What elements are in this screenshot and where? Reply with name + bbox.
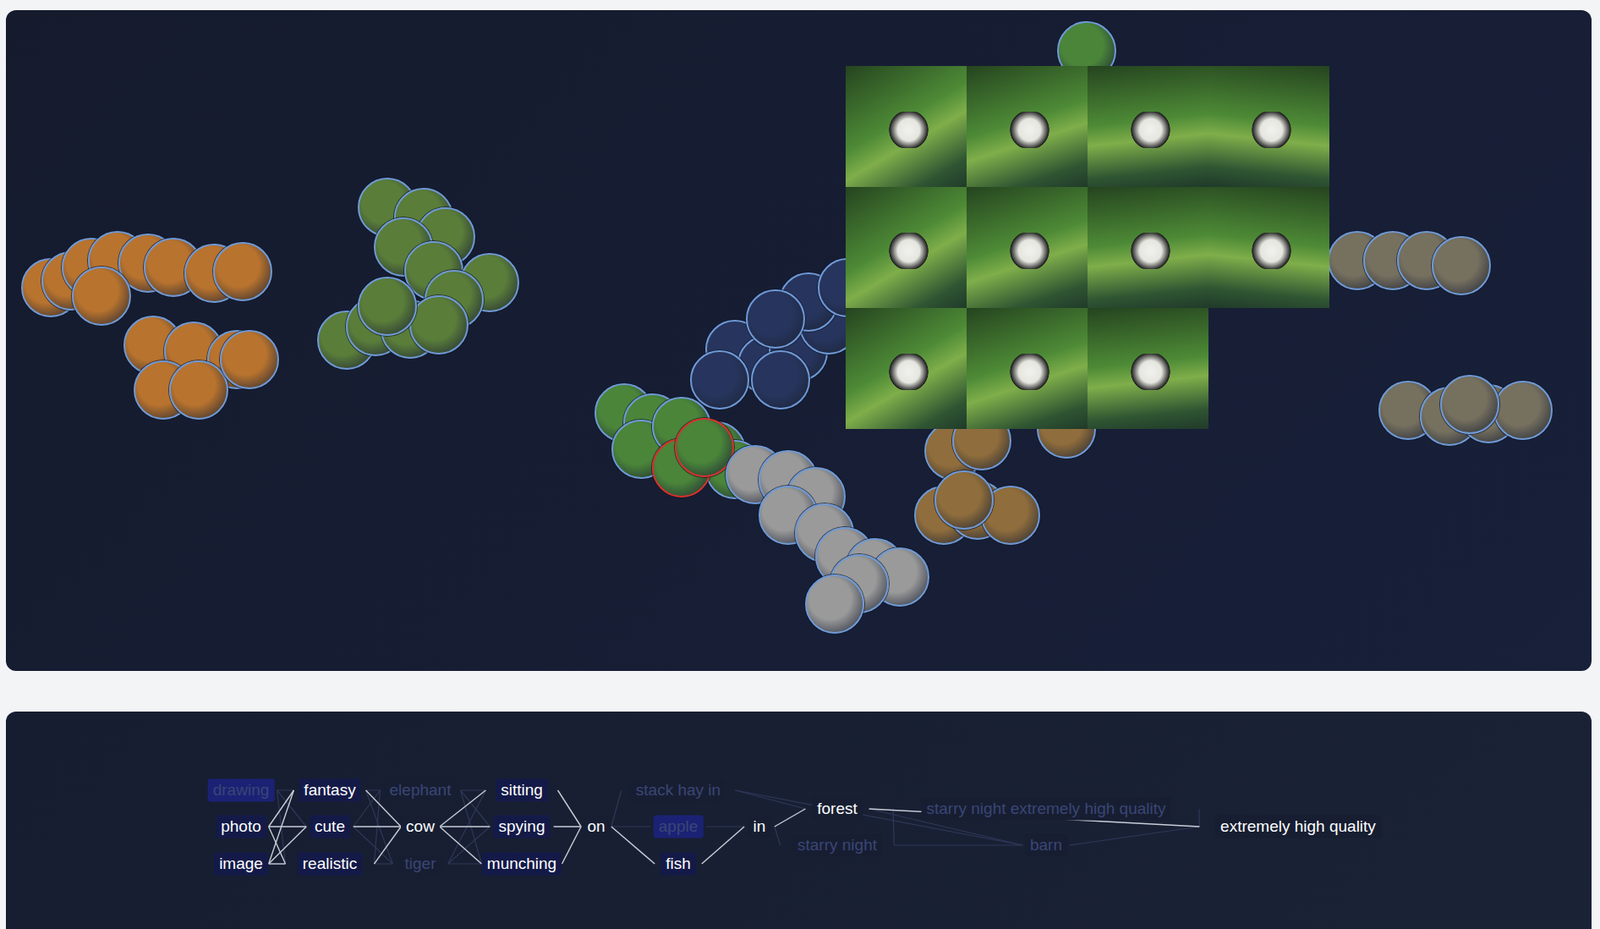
image-thumbnail[interactable]	[357, 276, 417, 336]
graph-edge	[1198, 808, 1200, 827]
image-thumbnail[interactable]	[690, 350, 750, 410]
graph-edge	[439, 826, 483, 864]
image-thumbnail[interactable]	[409, 295, 469, 355]
image-thumbnail[interactable]	[745, 289, 806, 349]
prompt-token[interactable]: tiger	[400, 852, 442, 876]
prompt-token[interactable]: forest	[811, 797, 863, 821]
graph-edge	[460, 789, 487, 790]
graph-edge	[893, 808, 894, 845]
image-thumbnail[interactable]	[169, 360, 229, 420]
generated-image[interactable]	[845, 186, 967, 308]
generated-image[interactable]	[1208, 186, 1330, 308]
prompt-graph: drawing photo image fantasy cute realistic ele…	[5, 711, 1592, 929]
prompt-token[interactable]: extremely high quality	[1215, 815, 1381, 839]
prompt-token[interactable]: sitting	[495, 778, 548, 802]
graph-edge	[562, 826, 582, 864]
graph-edge	[893, 843, 1023, 845]
generated-image[interactable]	[1087, 186, 1209, 308]
graph-edge	[1069, 826, 1200, 845]
prompt-token[interactable]: realistic	[297, 852, 362, 876]
generated-image[interactable]	[966, 307, 1088, 429]
prompt-token[interactable]: on	[581, 815, 610, 839]
image-thumbnail[interactable]	[71, 266, 132, 326]
graph-edge	[611, 826, 655, 864]
app: drawing photo image fantasy cute realistic ele…	[0, 0, 1600, 929]
graph-edge	[268, 825, 307, 827]
image-thumbnail[interactable]	[805, 574, 865, 634]
expanded-image-grid	[845, 65, 1330, 429]
prompt-token[interactable]: fish	[660, 852, 696, 876]
graph-edge	[558, 789, 582, 827]
graph-edge	[611, 789, 622, 827]
generated-image[interactable]	[1087, 307, 1209, 429]
image-thumbnail[interactable]	[1431, 235, 1491, 296]
graph-edge	[460, 789, 491, 827]
prompt-token[interactable]: stack hay in	[630, 778, 726, 802]
prompt-token[interactable]: cute	[309, 815, 351, 839]
generated-image[interactable]	[1087, 65, 1209, 187]
prompt-token[interactable]: fantasy	[298, 778, 361, 802]
prompt-token[interactable]: cow	[400, 815, 440, 839]
graph-edge	[774, 826, 781, 845]
prompt-token[interactable]: spying	[493, 815, 551, 839]
prompt-token[interactable]: in	[748, 815, 772, 839]
graph-edge	[373, 862, 393, 864]
prompt-token[interactable]: photo	[215, 815, 267, 839]
image-thumbnail[interactable]	[219, 329, 280, 390]
generated-image[interactable]	[845, 65, 967, 187]
prompt-token[interactable]: starry night	[792, 833, 883, 857]
graph-edge	[553, 825, 581, 827]
image-thumbnail[interactable]	[1493, 380, 1553, 440]
generated-image[interactable]	[966, 186, 1088, 308]
prompt-token[interactable]: apple	[653, 815, 704, 839]
graph-edge	[448, 862, 483, 864]
graph-edge	[353, 825, 401, 827]
prompt-token[interactable]: image	[213, 852, 269, 876]
prompt-token[interactable]: starry night extremely high quality	[920, 797, 1171, 821]
generated-image[interactable]	[1208, 65, 1330, 187]
image-thumbnail[interactable]	[1440, 374, 1500, 434]
graph-edge	[268, 862, 286, 864]
graph-edge	[373, 826, 401, 864]
graph-edge	[701, 826, 745, 864]
image-thumbnail[interactable]	[674, 417, 735, 477]
prompt-token[interactable]: elephant	[384, 778, 457, 802]
graph-edge	[439, 825, 491, 827]
graph-edge	[611, 825, 651, 827]
generated-image[interactable]	[966, 65, 1088, 187]
image-thumbnail[interactable]	[750, 350, 811, 410]
graph-edge	[734, 789, 806, 809]
graph-edge	[706, 825, 745, 827]
prompt-token[interactable]: barn	[1024, 833, 1068, 857]
graph-edge	[774, 808, 806, 827]
generated-image[interactable]	[845, 307, 967, 429]
prompt-token[interactable]: munching	[482, 852, 562, 876]
graph-edge	[277, 789, 295, 790]
graph-edge	[366, 789, 381, 790]
image-map-canvas[interactable]	[5, 10, 1592, 671]
prompt-token[interactable]: drawing	[208, 778, 275, 802]
image-thumbnail[interactable]	[213, 241, 273, 302]
